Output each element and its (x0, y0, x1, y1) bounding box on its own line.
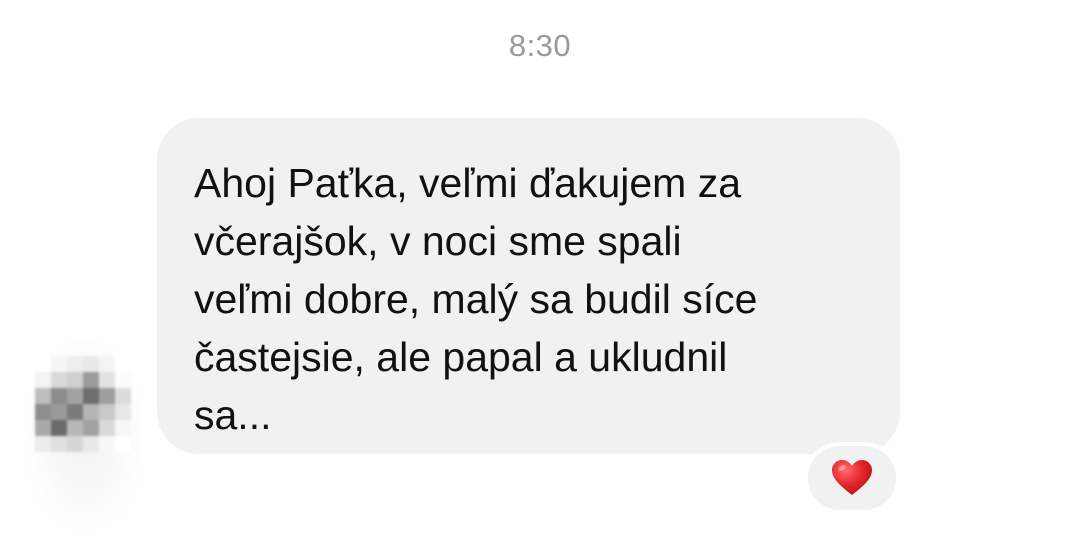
message-text-line: častejsie, ale papal a ukludnil (194, 334, 728, 380)
chat-screen: 8:30 Ahoj Paťka, veľmi ďakujem za včeraj… (0, 0, 1080, 547)
message-text-line: včerajšok, v noci sme spali (194, 218, 682, 264)
message-bubble[interactable]: Ahoj Paťka, veľmi ďakujem za včerajšok, … (157, 118, 900, 454)
reaction-badge[interactable] (804, 442, 900, 514)
avatar-pixelated-image (35, 356, 131, 452)
message-text-line: veľmi dobre, malý sa budil síce (194, 276, 758, 322)
message-text-line: Ahoj Paťka, veľmi ďakujem za (194, 160, 742, 206)
message-timestamp: 8:30 (508, 28, 572, 63)
message-text-line: sa... (194, 392, 272, 438)
heart-icon (832, 460, 872, 495)
sender-avatar[interactable] (30, 340, 140, 530)
